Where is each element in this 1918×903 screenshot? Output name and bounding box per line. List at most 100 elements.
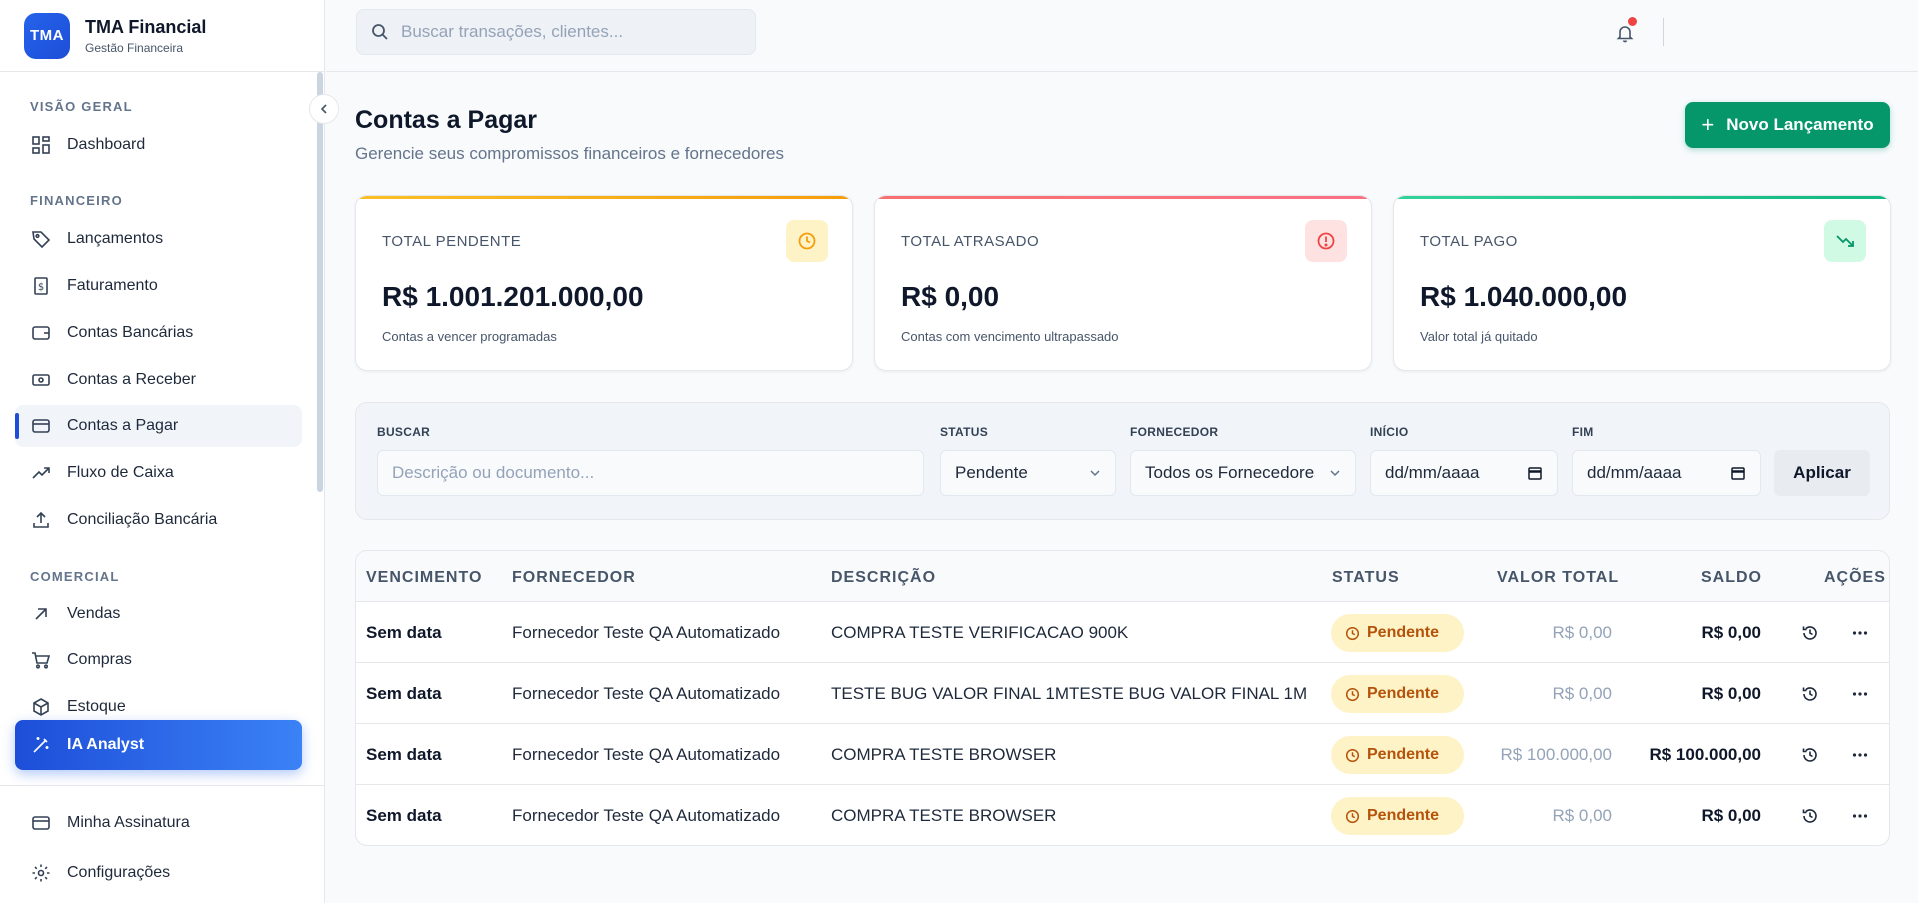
table-row[interactable]: Sem data Fornecedor Teste QA Automatizad… bbox=[356, 724, 1889, 785]
sidebar: TMA TMA Financial Gestão Financeira VISÃ… bbox=[0, 0, 339, 903]
brand-subtitle: Gestão Financeira bbox=[85, 40, 184, 55]
more-actions-button[interactable] bbox=[1848, 804, 1872, 828]
page-title: Contas a Pagar bbox=[355, 106, 538, 134]
filter-start-date[interactable]: dd/mm/aaaa bbox=[1370, 450, 1558, 496]
card-accent-bar bbox=[1394, 196, 1890, 199]
sidebar-item-faturamento[interactable]: $ Faturamento bbox=[15, 265, 302, 307]
sidebar-item-label: Configurações bbox=[67, 864, 171, 881]
more-actions-button[interactable] bbox=[1848, 743, 1872, 767]
cell-supplier: Fornecedor Teste QA Automatizado bbox=[512, 684, 781, 703]
payables-table: VENCIMENTO FORNECEDOR DESCRIÇÃO STATUS V… bbox=[355, 550, 1890, 846]
sidebar-item-dashboard[interactable]: Dashboard bbox=[15, 124, 302, 166]
sidebar-item-vendas[interactable]: Vendas bbox=[15, 593, 302, 635]
alert-circle-icon bbox=[1305, 220, 1347, 262]
table-row[interactable]: Sem data Fornecedor Teste QA Automatizad… bbox=[356, 785, 1889, 845]
col-fornecedor[interactable]: FORNECEDOR bbox=[512, 569, 636, 587]
history-button[interactable] bbox=[1798, 682, 1822, 706]
cart-icon bbox=[30, 649, 52, 671]
cell-balance: R$ 0,00 bbox=[1701, 623, 1761, 642]
cell-description: COMPRA TESTE BROWSER bbox=[831, 745, 1057, 764]
header-separator bbox=[1663, 18, 1664, 46]
sidebar-item-compras[interactable]: Compras bbox=[15, 639, 302, 681]
sidebar-item-label: Contas Bancárias bbox=[67, 324, 194, 341]
sidebar-divider bbox=[0, 785, 325, 786]
sidebar-item-lancamentos[interactable]: Lançamentos bbox=[15, 218, 302, 260]
sidebar-item-contas-pagar[interactable]: Contas a Pagar bbox=[15, 405, 302, 447]
status-badge: Pendente bbox=[1331, 797, 1464, 835]
table-row[interactable]: Sem data Fornecedor Teste QA Automatizad… bbox=[356, 663, 1889, 724]
history-button[interactable] bbox=[1798, 621, 1822, 645]
col-descricao[interactable]: DESCRIÇÃO bbox=[831, 569, 936, 587]
sidebar-item-assinatura[interactable]: Minha Assinatura bbox=[15, 802, 302, 844]
cell-total: R$ 100.000,00 bbox=[1500, 745, 1612, 764]
brand[interactable]: TMA TMA Financial Gestão Financeira bbox=[0, 0, 324, 72]
sidebar-item-conciliacao[interactable]: Conciliação Bancária bbox=[15, 499, 302, 541]
global-search[interactable] bbox=[356, 9, 756, 55]
status-label: Pendente bbox=[1367, 685, 1440, 702]
filter-status-select[interactable]: Pendente bbox=[940, 450, 1116, 496]
col-acoes: AÇÕES bbox=[1824, 569, 1886, 586]
history-icon bbox=[1802, 687, 1817, 701]
wallet-icon bbox=[30, 322, 52, 344]
card-title: TOTAL PAGO bbox=[1420, 233, 1518, 250]
card-value: R$ 0,00 bbox=[901, 281, 1000, 312]
card-description: Contas com vencimento ultrapassado bbox=[901, 329, 1119, 344]
table-row[interactable]: Sem data Fornecedor Teste QA Automatizad… bbox=[356, 602, 1889, 663]
history-button[interactable] bbox=[1798, 804, 1822, 828]
card-description: Valor total já quitado bbox=[1420, 329, 1538, 344]
plus-icon: + bbox=[1701, 112, 1715, 137]
status-badge: Pendente bbox=[1331, 614, 1464, 652]
cell-supplier: Fornecedor Teste QA Automatizado bbox=[512, 623, 781, 642]
invoice-icon: $ bbox=[30, 275, 52, 297]
history-icon bbox=[1802, 809, 1817, 823]
filter-end-date[interactable]: dd/mm/aaaa bbox=[1572, 450, 1761, 496]
clock-icon bbox=[786, 220, 828, 262]
status-label: Pendente bbox=[1367, 624, 1440, 641]
sidebar-item-label: Lançamentos bbox=[67, 230, 164, 247]
cell-due: Sem data bbox=[366, 745, 442, 764]
cell-balance: R$ 0,00 bbox=[1701, 806, 1761, 825]
col-vencimento[interactable]: VENCIMENTO bbox=[366, 569, 482, 587]
filter-supplier-select[interactable]: Todos os Fornecedores bbox=[1130, 450, 1356, 496]
chevron-down-icon bbox=[1090, 470, 1100, 477]
col-valor-total[interactable]: VALOR TOTAL bbox=[1497, 569, 1619, 587]
sidebar-item-label: IA Analyst bbox=[67, 736, 145, 753]
chevron-left-icon bbox=[320, 104, 327, 114]
filter-panel: BUSCAR Descrição ou documento... STATUS … bbox=[355, 402, 1890, 520]
collapse-sidebar-button[interactable] bbox=[309, 94, 339, 124]
filter-end-label: FIM bbox=[1572, 425, 1594, 439]
cell-total: R$ 0,00 bbox=[1552, 806, 1612, 825]
brand-name: TMA Financial bbox=[85, 16, 207, 37]
cell-due: Sem data bbox=[366, 623, 442, 642]
filter-start-label: INÍCIO bbox=[1370, 425, 1409, 439]
status-badge: Pendente bbox=[1331, 736, 1464, 774]
sidebar-item-label: Contas a Receber bbox=[67, 371, 196, 388]
sidebar-item-label: Minha Assinatura bbox=[67, 814, 190, 831]
col-status[interactable]: STATUS bbox=[1332, 569, 1400, 587]
more-actions-button[interactable] bbox=[1848, 682, 1872, 706]
status-label: Pendente bbox=[1367, 746, 1440, 763]
sidebar-item-contas-receber[interactable]: Contas a Receber bbox=[15, 359, 302, 401]
filter-search-input[interactable]: Descrição ou documento... bbox=[377, 450, 924, 496]
more-actions-button[interactable] bbox=[1848, 621, 1872, 645]
sidebar-item-contas-bancarias[interactable]: Contas Bancárias bbox=[15, 312, 302, 354]
filter-status-label: STATUS bbox=[940, 425, 989, 439]
sidebar-item-label: Compras bbox=[67, 651, 132, 668]
apply-filters-button[interactable]: Aplicar bbox=[1774, 450, 1870, 496]
sidebar-item-configuracoes[interactable]: Configurações bbox=[15, 852, 302, 894]
more-horizontal-icon bbox=[1852, 753, 1868, 757]
col-saldo[interactable]: SALDO bbox=[1701, 569, 1762, 587]
clock-icon bbox=[1345, 809, 1360, 824]
svg-text:$: $ bbox=[38, 282, 44, 293]
clock-icon bbox=[1345, 626, 1360, 641]
new-entry-button[interactable]: + Novo Lançamento bbox=[1685, 102, 1890, 148]
history-button[interactable] bbox=[1798, 743, 1822, 767]
calendar-icon bbox=[1528, 467, 1542, 480]
global-search-input[interactable] bbox=[401, 22, 741, 42]
sidebar-item-fluxo-caixa[interactable]: Fluxo de Caixa bbox=[15, 452, 302, 494]
sidebar-item-ia-analyst[interactable]: IA Analyst bbox=[15, 720, 302, 770]
history-icon bbox=[1802, 748, 1817, 762]
dashboard-icon bbox=[30, 134, 52, 156]
sidebar-scrollbar[interactable] bbox=[317, 72, 323, 492]
box-icon bbox=[30, 696, 52, 718]
